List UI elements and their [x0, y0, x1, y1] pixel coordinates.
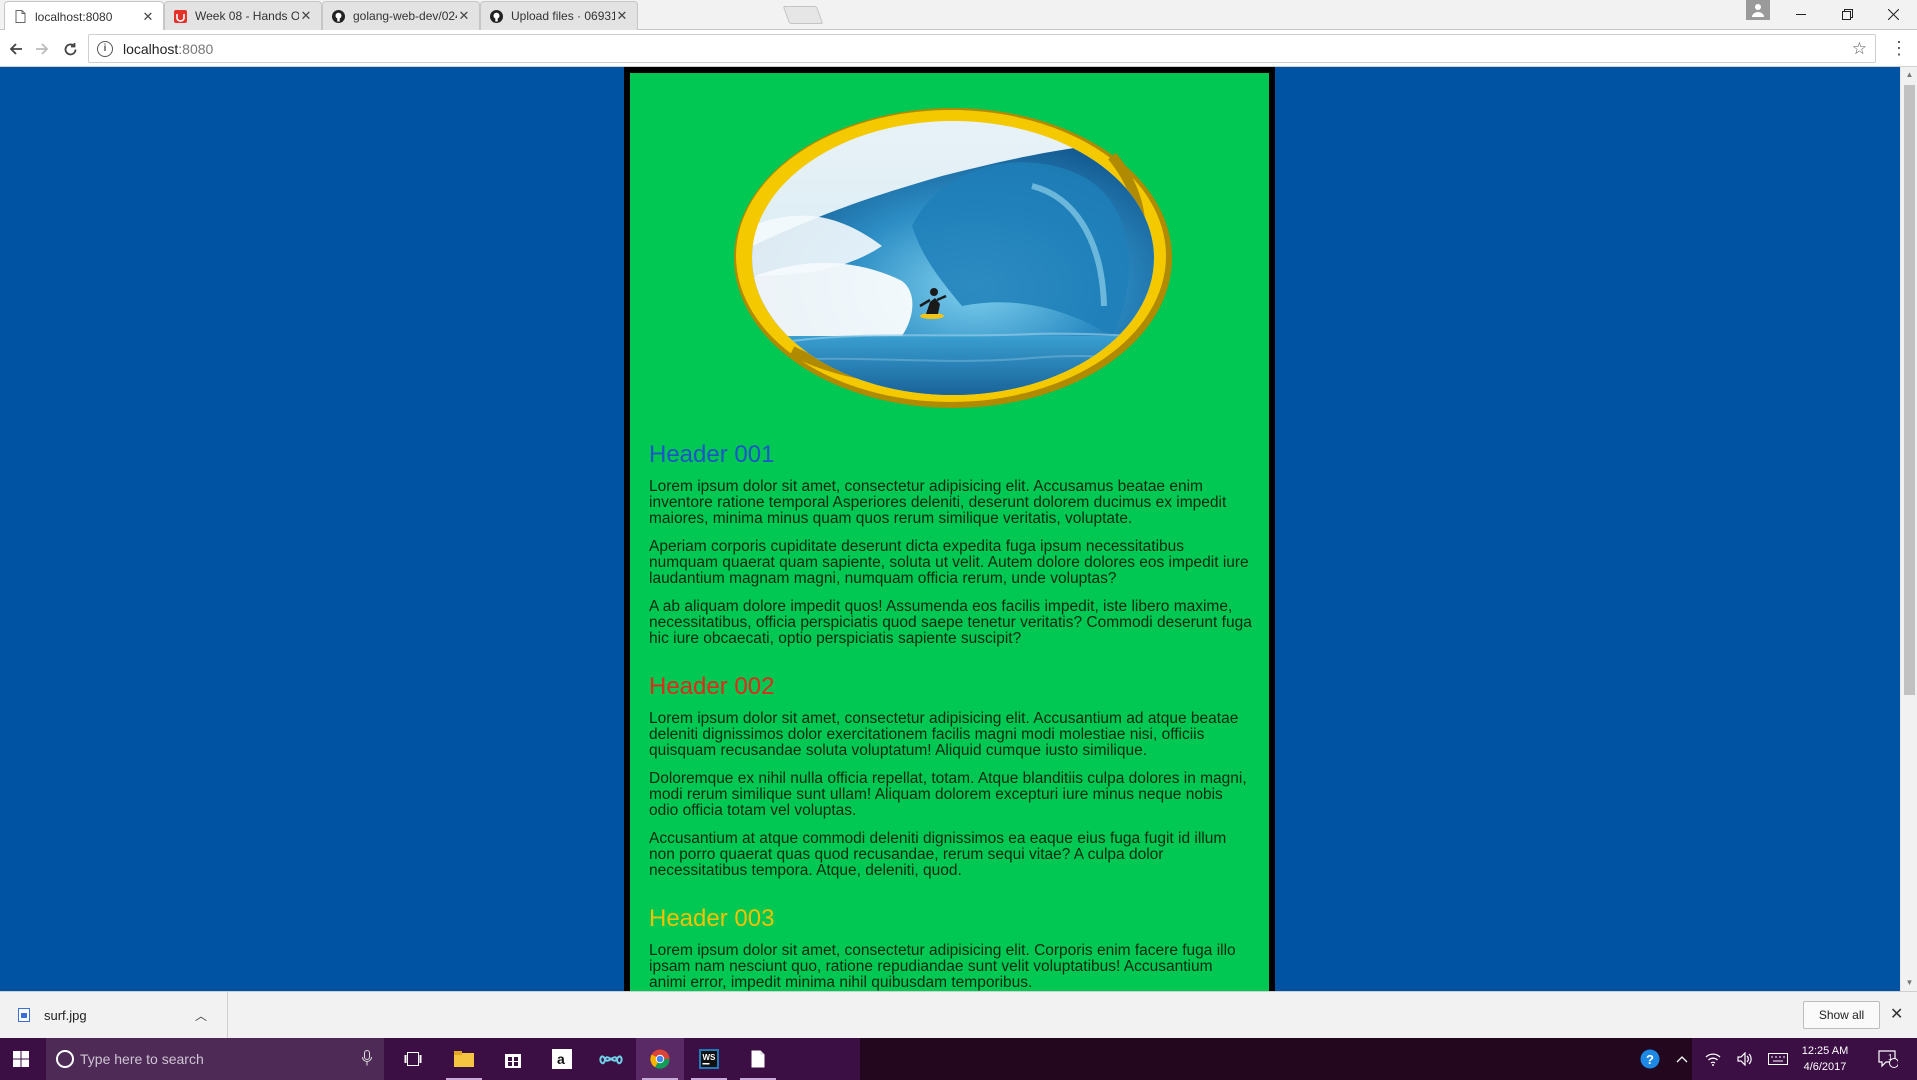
image-file-icon	[18, 1008, 30, 1022]
arrow-left-icon	[9, 43, 22, 55]
content-body: Header 001 Lorem ipsum dolor sit amet, c…	[649, 441, 1252, 991]
section-1: Header 001 Lorem ipsum dolor sit amet, c…	[649, 441, 1252, 647]
section-3: Header 003 Lorem ipsum dolor sit amet, c…	[649, 905, 1252, 991]
close-icon[interactable]: ✕	[615, 8, 629, 24]
tab-localhost[interactable]: localhost:8080 ✕	[4, 1, 164, 31]
tab-golang-web-dev[interactable]: golang-web-dev/024_ha ✕	[322, 1, 480, 30]
tab-title: Week 08 - Hands On Exe	[195, 9, 299, 23]
taskbar-search[interactable]: Type here to search	[46, 1038, 384, 1080]
tab-strip: localhost:8080 ✕ Week 08 - Hands On Exe …	[0, 0, 1917, 31]
chrome-icon[interactable]	[636, 1038, 684, 1080]
action-center-icon[interactable]: 1	[1868, 1038, 1908, 1080]
forward-button[interactable]	[28, 35, 56, 63]
reload-button[interactable]	[56, 35, 84, 63]
notification-count: 1	[1888, 1053, 1893, 1062]
cortana-icon	[56, 1050, 74, 1068]
paragraph: Lorem ipsum dolor sit amet, consectetur …	[649, 478, 1227, 527]
task-view-icon[interactable]	[389, 1038, 437, 1080]
clock-date: 4/6/2017	[1803, 1061, 1847, 1073]
reload-icon	[64, 42, 76, 55]
url-text: localhost:8080	[123, 40, 214, 57]
notepad-icon[interactable]	[734, 1038, 782, 1080]
infinity-app-icon[interactable]	[587, 1038, 635, 1080]
section-2: Header 002 Lorem ipsum dolor sit amet, c…	[649, 673, 1252, 879]
store-icon[interactable]	[489, 1038, 537, 1080]
paragraph: Aperiam corporis cupiditate deserunt dic…	[649, 538, 1249, 587]
surf-image	[734, 108, 1172, 408]
tab-title: Upload files · 0693163/C	[511, 9, 615, 23]
windows-icon	[13, 1051, 29, 1067]
star-icon[interactable]: ☆	[1852, 39, 1867, 59]
webstorm-icon[interactable]: WS	[685, 1038, 733, 1080]
scrollbar-thumb[interactable]	[1904, 85, 1915, 695]
chevron-up-icon[interactable]	[1670, 1038, 1694, 1080]
show-all-button[interactable]: Show all	[1803, 1001, 1880, 1029]
restore-button[interactable]	[1824, 0, 1870, 28]
section-header: Header 003	[649, 905, 775, 932]
paragraph: Lorem ipsum dolor sit amet, consectetur …	[649, 942, 1236, 991]
paragraph: A ab aliquam dolore impedit quos! Assume…	[649, 598, 1252, 647]
surf-image-frame	[732, 106, 1174, 410]
tab-title: localhost:8080	[35, 9, 113, 24]
paragraph: Doloremque ex nihil nulla officia repell…	[649, 770, 1247, 819]
download-filename: surf.jpg	[44, 1007, 87, 1023]
tab-upload-files[interactable]: Upload files · 0693163/C ✕	[480, 1, 638, 30]
tab-title: golang-web-dev/024_ha	[353, 9, 457, 23]
screen: localhost:8080 ✕ Week 08 - Hands On Exe …	[0, 0, 1917, 1080]
close-window-button[interactable]	[1870, 0, 1916, 28]
page-viewport: Header 001 Lorem ipsum dolor sit amet, c…	[0, 67, 1917, 991]
address-bar[interactable]: i localhost:8080 ☆	[88, 34, 1876, 63]
paragraph: Lorem ipsum dolor sit amet, consectetur …	[649, 710, 1239, 759]
arrow-right-icon	[36, 43, 49, 55]
tab-week08[interactable]: Week 08 - Hands On Exe ✕	[164, 1, 322, 30]
wifi-icon[interactable]	[1700, 1038, 1726, 1080]
profile-icon[interactable]	[1746, 0, 1770, 20]
close-icon[interactable]: ✕	[141, 9, 155, 25]
download-item[interactable]: surf.jpg ︿	[0, 992, 228, 1038]
microphone-icon[interactable]	[362, 1050, 372, 1069]
clock-time: 12:25 AM	[1801, 1045, 1849, 1057]
content-card: Header 001 Lorem ipsum dolor sit amet, c…	[624, 67, 1275, 991]
start-button[interactable]	[0, 1038, 42, 1080]
help-icon[interactable]: ?	[1636, 1038, 1664, 1080]
volume-icon[interactable]	[1732, 1038, 1758, 1080]
section-header: Header 001	[649, 441, 775, 468]
download-shelf: surf.jpg ︿ Show all ✕	[0, 991, 1917, 1038]
github-icon	[331, 9, 345, 23]
chevron-up-icon[interactable]: ︿	[195, 1007, 207, 1024]
paragraph: Accusantium at atque commodi deleniti di…	[649, 830, 1227, 879]
file-explorer-icon[interactable]	[440, 1038, 488, 1080]
taskbar-clock[interactable]: 12:25 AM 4/6/2017	[1790, 1043, 1860, 1075]
svg-text:a: a	[557, 1051, 565, 1067]
scroll-up-icon[interactable]: ▲	[1901, 67, 1917, 83]
github-icon	[489, 9, 503, 23]
keyboard-icon[interactable]	[1764, 1038, 1792, 1080]
svg-text:WS: WS	[703, 1053, 717, 1062]
search-placeholder: Type here to search	[80, 1051, 204, 1067]
svg-text:?: ?	[1646, 1052, 1654, 1067]
page-scrollbar[interactable]: ▲ ▼	[1900, 67, 1917, 991]
page-icon	[13, 10, 27, 24]
browser-toolbar: i localhost:8080 ☆ ⋮	[0, 30, 1917, 67]
menu-icon[interactable]: ⋮	[1890, 38, 1908, 58]
close-icon[interactable]: ✕	[1890, 1004, 1903, 1024]
back-button[interactable]	[2, 35, 30, 63]
scroll-down-icon[interactable]: ▼	[1901, 975, 1917, 991]
amazon-icon[interactable]: a	[538, 1038, 586, 1080]
new-tab-button[interactable]	[782, 6, 824, 24]
close-icon[interactable]: ✕	[457, 8, 471, 24]
info-icon[interactable]: i	[97, 40, 113, 57]
udemy-icon	[173, 9, 187, 23]
section-header: Header 002	[649, 673, 775, 700]
minimize-button[interactable]	[1778, 0, 1824, 28]
taskbar: Type here to search a WS ? 12:25 AM 4/6/…	[0, 1038, 1917, 1080]
close-icon[interactable]: ✕	[299, 8, 313, 24]
editor-window-strip	[860, 1038, 1692, 1080]
